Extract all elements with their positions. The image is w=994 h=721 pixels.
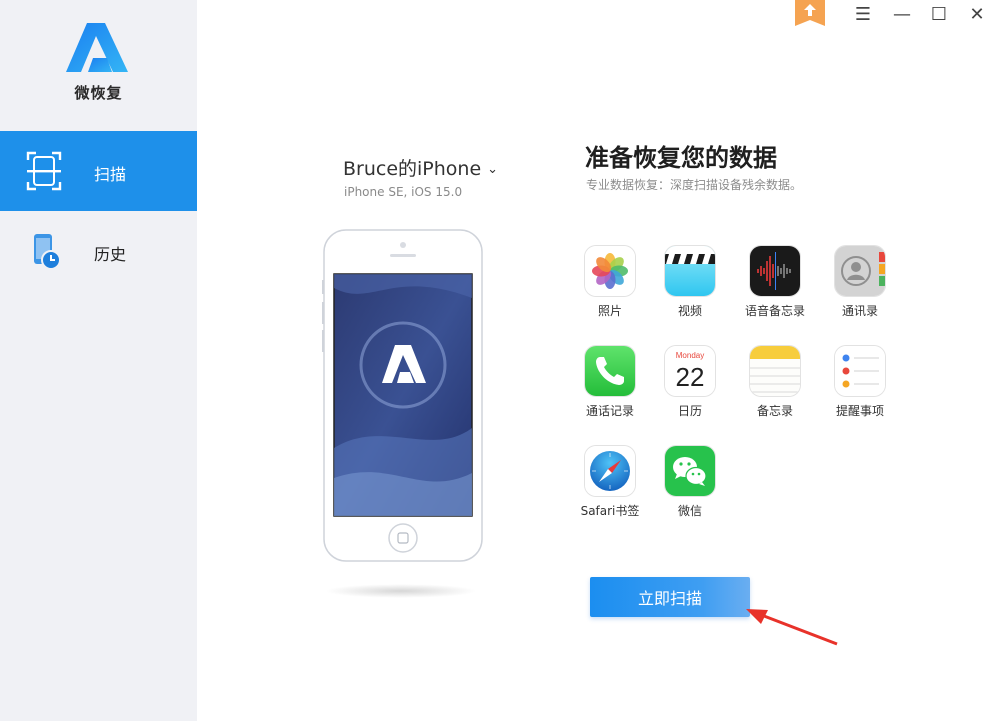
upload-icon[interactable] xyxy=(795,0,825,26)
category-label: 通话记录 xyxy=(585,404,634,418)
app-name: 微恢复 xyxy=(74,84,123,102)
voice-memo-icon xyxy=(750,246,800,296)
sidebar-item-label: 扫描 xyxy=(94,165,127,184)
reminders-icon xyxy=(835,346,885,396)
category-reminders[interactable]: 提醒事项 xyxy=(818,346,902,419)
app-logo-icon xyxy=(66,23,128,72)
close-icon[interactable]: ✕ xyxy=(962,2,992,26)
device-name: Bruce的iPhone xyxy=(343,158,482,180)
category-label: 视频 xyxy=(677,304,702,318)
category-label: 语音备忘录 xyxy=(744,304,805,318)
contacts-icon xyxy=(835,246,885,296)
page-subtitle: 专业数据恢复：深度扫描设备残余数据。 xyxy=(586,178,803,192)
sidebar-item-history[interactable]: 历史 xyxy=(0,211,197,291)
category-notes[interactable]: 备忘录 xyxy=(733,346,817,419)
scan-now-button[interactable]: 立即扫描 xyxy=(590,577,750,617)
scan-icon xyxy=(26,151,62,191)
history-phone-clock-icon xyxy=(34,234,61,270)
sidebar-item-label: 历史 xyxy=(94,245,127,264)
menu-icon[interactable]: ☰ xyxy=(848,2,878,26)
category-photos[interactable]: 照片 xyxy=(568,246,652,319)
category-calendar[interactable]: Monday 22 日历 xyxy=(648,346,732,419)
photos-icon xyxy=(585,246,635,296)
calendar-weekday: Monday xyxy=(676,351,704,360)
maximize-icon[interactable]: ☐ xyxy=(924,2,954,26)
calendar-icon: Monday 22 xyxy=(665,346,715,396)
category-safari-bookmarks[interactable]: Safari书签 xyxy=(568,446,652,519)
category-label: 照片 xyxy=(597,304,622,318)
annotation-arrow-icon xyxy=(746,609,838,646)
device-selector[interactable]: Bruce的iPhone ⌄ xyxy=(343,154,498,181)
category-label: 提醒事项 xyxy=(835,404,884,418)
page-title: 准备恢复您的数据 xyxy=(585,144,777,172)
category-label: 备忘录 xyxy=(756,404,793,418)
chevron-down-icon: ⌄ xyxy=(487,162,499,177)
wechat-icon xyxy=(665,446,715,496)
category-call-history[interactable]: 通话记录 xyxy=(568,346,652,419)
phone-illustration xyxy=(322,229,483,562)
category-video[interactable]: 视频 xyxy=(648,246,732,319)
category-voice-memos[interactable]: 语音备忘录 xyxy=(733,246,817,319)
notes-icon xyxy=(750,346,800,396)
sidebar-item-scan[interactable]: 扫描 xyxy=(0,131,197,211)
category-contacts[interactable]: 通讯录 xyxy=(818,246,902,319)
minimize-icon[interactable]: — xyxy=(887,2,917,26)
sidebar: 微恢复 扫描 历史 xyxy=(0,0,197,721)
category-label: 日历 xyxy=(677,404,702,418)
category-wechat[interactable]: 微信 xyxy=(648,446,732,519)
category-label: 微信 xyxy=(677,504,702,518)
phone-icon xyxy=(585,346,635,396)
phone-shadow xyxy=(325,584,477,598)
category-label: Safari书签 xyxy=(580,504,640,518)
safari-icon xyxy=(585,446,635,496)
video-clapper-icon xyxy=(665,246,715,296)
category-label: 通讯录 xyxy=(841,304,878,318)
calendar-day: 22 xyxy=(676,362,705,392)
device-details: iPhone SE, iOS 15.0 xyxy=(344,185,463,199)
